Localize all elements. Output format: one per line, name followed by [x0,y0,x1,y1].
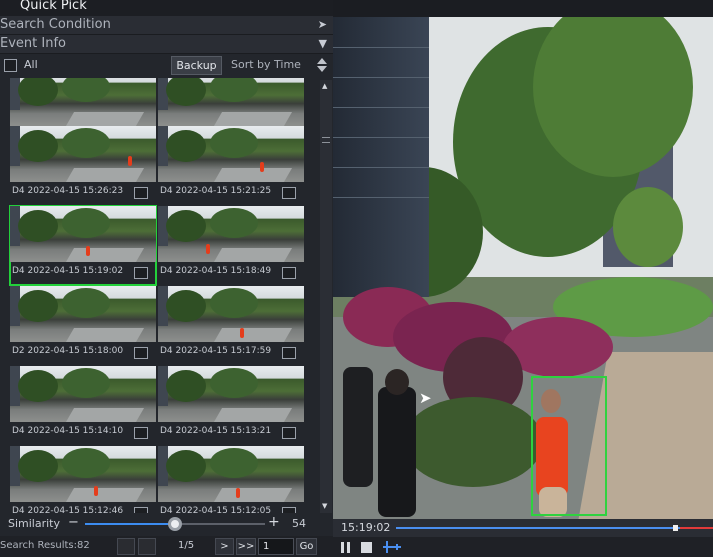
last-page-button[interactable]: >> [236,538,256,555]
result-caption: D4 2022-04-15 15:12:05 [160,506,272,513]
result-thumbnail [158,126,304,182]
playback-time: 15:19:02 [341,521,391,534]
result-thumbnail [158,286,304,342]
timeline-scrubber[interactable] [672,525,678,531]
result-checkbox[interactable] [282,427,296,439]
next-page-button[interactable]: > [215,538,234,555]
select-all-checkbox[interactable] [4,59,17,72]
search-panel: Quick Pick Search Condition ➤ Event Info… [0,0,333,557]
result-tile[interactable]: D4 2022-04-15 15:13:21 [158,366,304,445]
result-caption: D4 2022-04-15 15:17:59 [160,346,272,356]
result-checkbox[interactable] [282,187,296,199]
results-grid: D2 2022-04-15 15:45:41D4 2022-04-15 15:4… [0,78,319,513]
pagination-bar: Search Results:82 1/5 > >> 1 Go [0,536,333,557]
result-checkbox[interactable] [134,347,148,359]
result-thumbnail [158,446,304,502]
result-tile[interactable]: D4 2022-04-15 15:19:02 [9,205,157,286]
result-caption: D4 2022-04-15 15:19:02 [12,266,124,276]
result-caption: D4 2022-04-15 15:13:21 [160,426,272,436]
similarity-label: Similarity [8,517,61,530]
similarity-slider-knob[interactable] [168,517,182,531]
stop-icon[interactable] [361,542,372,553]
timeline-progress-bar[interactable] [396,525,713,531]
event-info-section[interactable]: Event Info ▼ [0,35,333,54]
result-tile[interactable]: D4 2022-04-15 15:14:10 [10,366,156,445]
quick-pick-window: Quick Pick Search Condition ➤ Event Info… [0,0,713,557]
search-condition-label: Search Condition [0,17,111,32]
result-tile[interactable]: D4 2022-04-15 15:18:49 [158,206,304,285]
result-tile[interactable]: D2 2022-04-15 15:18:00 [10,286,156,365]
goto-page-input[interactable]: 1 [258,538,294,555]
result-tile[interactable]: D4 2022-04-15 15:12:05 [158,446,304,513]
video-pedestrian [378,387,416,517]
result-thumbnail [10,446,156,502]
result-thumbnail [10,206,156,262]
result-thumbnail [158,206,304,262]
result-checkbox[interactable] [282,347,296,359]
similarity-slider[interactable] [85,517,265,531]
result-tile[interactable]: D4 2022-04-15 15:12:46 [10,446,156,513]
detection-bounding-box [531,376,607,516]
collapse-down-arrow-icon[interactable]: ▼ [319,37,327,50]
search-condition-section[interactable]: Search Condition ➤ [0,16,333,35]
playback-timeline[interactable]: 15:19:02 [333,519,713,537]
result-caption: D4 2022-04-15 15:12:46 [12,506,124,513]
sort-order-icon[interactable] [315,57,329,73]
result-tile[interactable]: D4 2022-04-15 15:17:59 [158,286,304,365]
video-flowerbed [403,397,543,487]
similarity-decrease-button[interactable]: − [68,515,79,530]
results-toolbar: All Backup Sort by Time [0,55,333,76]
page-indicator: 1/5 [178,540,195,551]
result-thumbnail [158,78,304,126]
result-checkbox[interactable] [134,267,148,279]
playback-video[interactable]: ➤ [333,17,713,519]
result-checkbox[interactable] [282,507,296,513]
previous-page-button[interactable] [138,538,156,555]
video-tree-right [613,187,683,267]
result-caption: D4 2022-04-15 15:26:23 [12,186,124,196]
go-button[interactable]: Go [296,538,317,555]
result-caption: D4 2022-04-15 15:18:49 [160,266,272,276]
title-bar: Quick Pick [0,0,333,16]
result-checkbox[interactable] [134,427,148,439]
result-checkbox[interactable] [282,267,296,279]
sort-by-time-label[interactable]: Sort by Time [231,58,301,71]
result-thumbnail [10,78,156,126]
results-scrollbar[interactable]: ▲ ▼ [320,80,332,513]
result-tile[interactable]: D4 2022-04-15 15:21:25 [158,126,304,205]
video-pedestrian-head [385,369,409,395]
select-all-label: All [24,58,38,71]
similarity-row: Similarity − + 54 [0,514,333,534]
scroll-grip[interactable] [322,137,330,143]
search-results-count: Search Results:82 [0,540,90,551]
window-title: Quick Pick [20,0,87,13]
result-thumbnail [10,366,156,422]
first-page-button[interactable] [117,538,135,555]
similarity-increase-button[interactable]: + [268,514,280,530]
similarity-slider-fill [85,523,175,525]
event-info-label: Event Info [0,36,66,51]
cursor-icon: ➤ [419,389,432,407]
result-thumbnail [158,366,304,422]
scroll-up-icon[interactable]: ▲ [322,82,327,90]
video-tower [333,17,429,297]
similarity-value: 54 [292,517,306,530]
result-checkbox[interactable] [134,187,148,199]
result-caption: D2 2022-04-15 15:18:00 [12,346,124,356]
result-caption: D4 2022-04-15 15:21:25 [160,186,272,196]
result-caption: D4 2022-04-15 15:14:10 [12,426,124,436]
result-tile[interactable]: D4 2022-04-15 15:26:23 [10,126,156,205]
pause-icon[interactable] [341,542,351,553]
clip-marker-icon[interactable] [381,540,403,554]
expand-right-arrow-icon[interactable]: ➤ [318,18,327,31]
result-thumbnail [10,126,156,182]
backup-button[interactable]: Backup [171,56,222,75]
result-thumbnail [10,286,156,342]
playback-controls [333,537,713,557]
scroll-down-icon[interactable]: ▼ [322,502,327,510]
result-checkbox[interactable] [134,507,148,513]
video-pedestrian [343,367,373,487]
timeline-remaining [680,527,713,529]
